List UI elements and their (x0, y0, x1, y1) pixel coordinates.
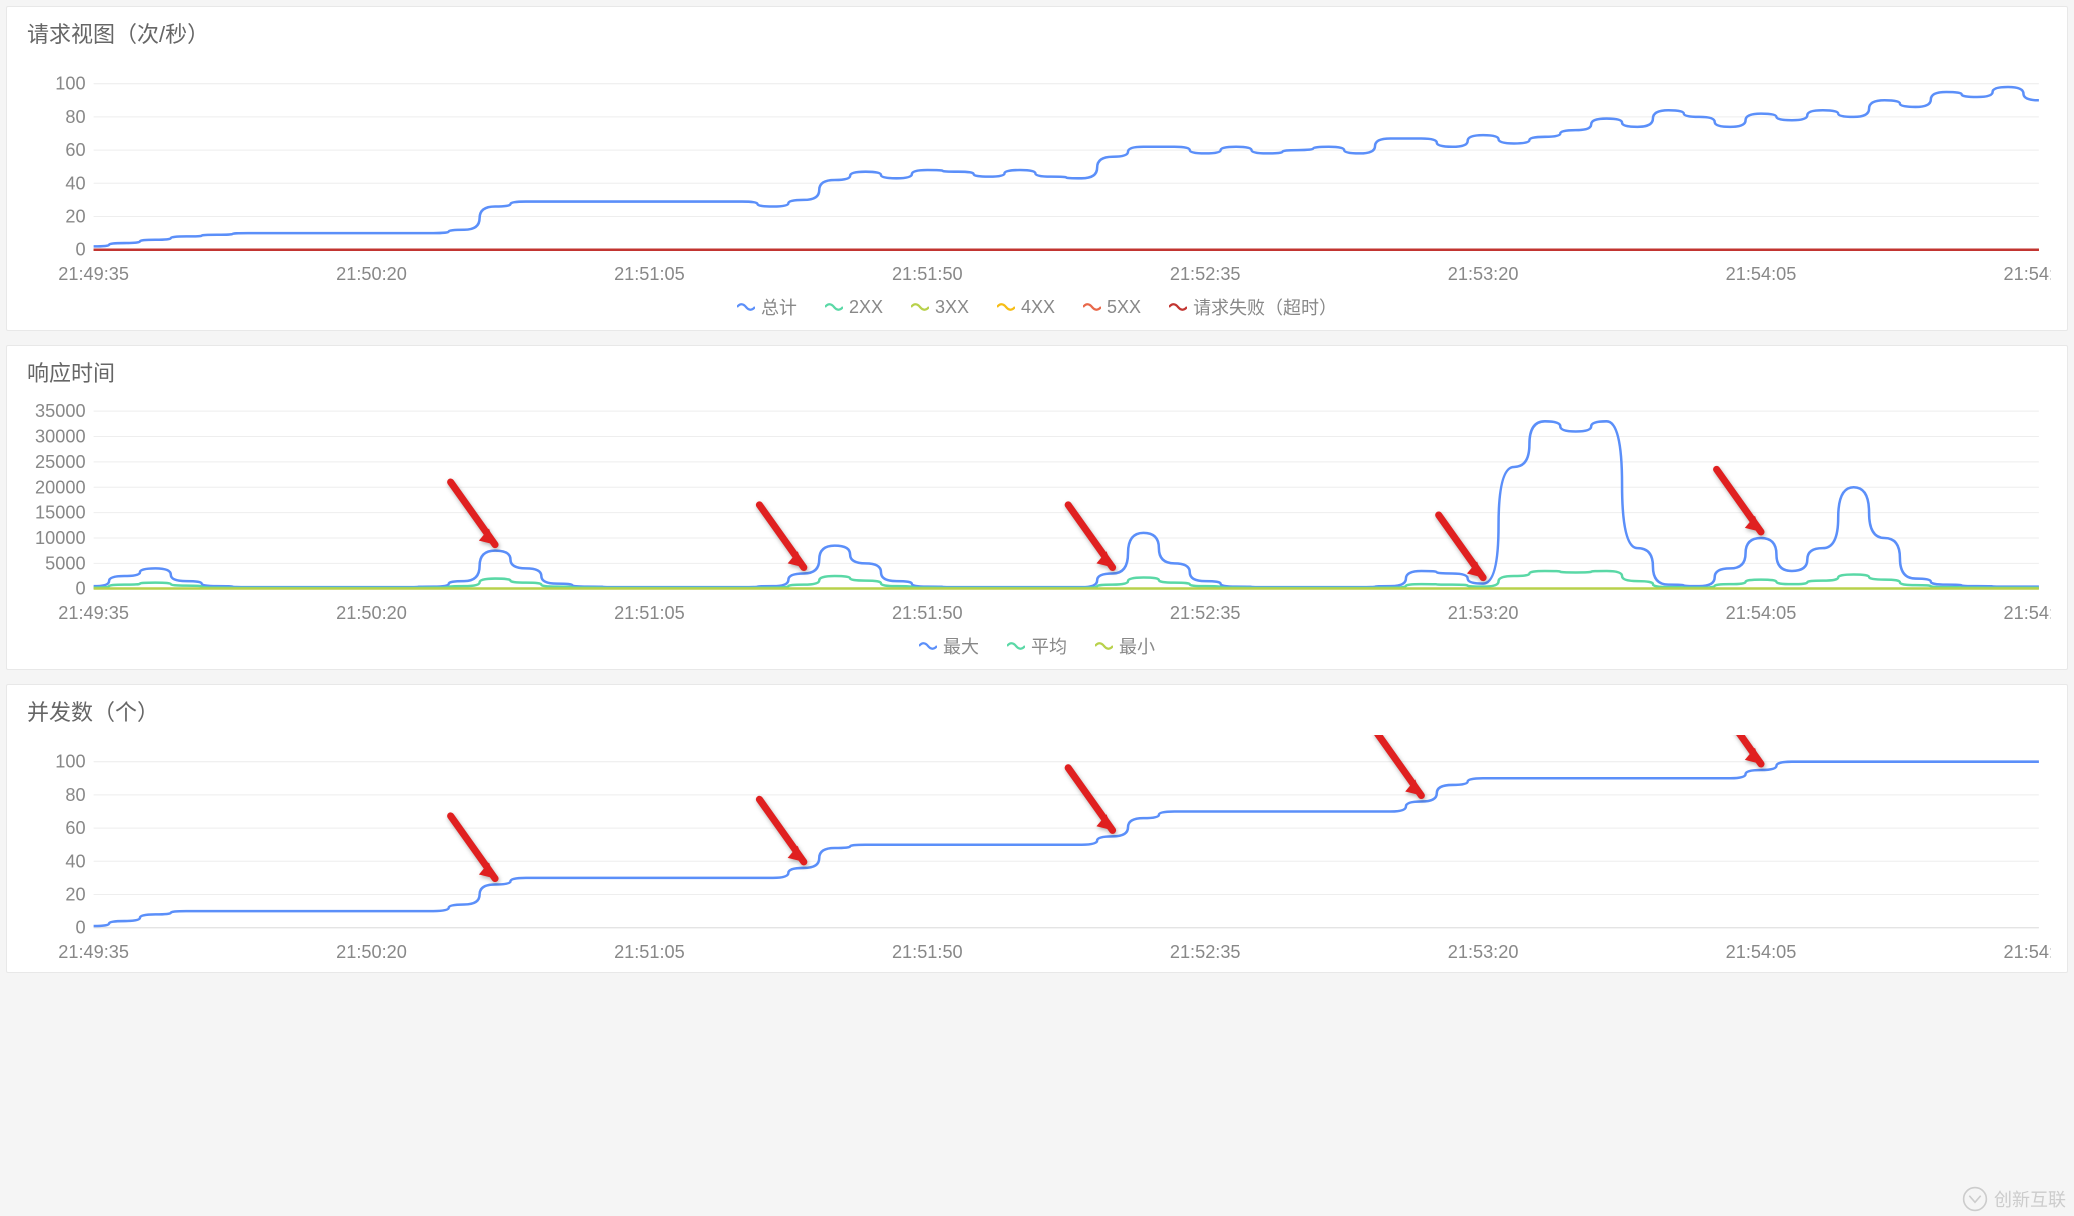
legend-item[interactable]: 2XX (825, 294, 883, 320)
annotation-arrow (1717, 469, 1761, 532)
y-tick-label: 100 (55, 74, 85, 94)
x-tick-label: 21:49:35 (58, 942, 129, 962)
annotation-arrow (1068, 768, 1112, 831)
x-tick-label: 21:50:20 (336, 942, 407, 962)
x-tick-label: 21:51:50 (892, 603, 963, 623)
chart-legend: 最大 平均 最小 (23, 627, 2051, 663)
chart-title: 响应时间 (27, 356, 2051, 388)
y-tick-label: 10000 (35, 528, 86, 548)
annotation-arrow (451, 816, 495, 879)
legend-item[interactable]: 最小 (1095, 633, 1155, 659)
chart-legend: 总计 2XX 3XX 4XX 5XX 请求失败（超时） (23, 288, 2051, 324)
x-tick-label: 21:53:20 (1448, 603, 1519, 623)
y-tick-label: 40 (65, 173, 85, 193)
x-tick-label: 21:52:35 (1170, 603, 1241, 623)
x-tick-label: 21:54:05 (1726, 942, 1797, 962)
x-tick-label: 21:54:05 (1726, 264, 1797, 284)
x-tick-label: 21:52:35 (1170, 942, 1241, 962)
chart-card-requests: 请求视图（次/秒） 0 20 40 60 80 100 21:49:35 21:50:20 2… (6, 6, 2068, 331)
series-总计 (94, 87, 2039, 246)
annotation-arrow (1439, 515, 1483, 578)
x-tick-label: 21:53:20 (1448, 942, 1519, 962)
legend-label: 4XX (1021, 297, 1055, 318)
y-tick-label: 0 (75, 240, 85, 260)
x-tick-label: 21:54:50 (2004, 603, 2051, 623)
watermark-text: 创新互联 (1994, 1186, 2066, 1212)
watermark: 创新互联 (1962, 1186, 2066, 1212)
y-tick-label: 80 (65, 785, 85, 805)
legend-label: 最小 (1119, 633, 1155, 659)
x-tick-label: 21:49:35 (58, 603, 129, 623)
chart-title: 请求视图（次/秒） (27, 17, 2051, 49)
legend-item[interactable]: 总计 (737, 294, 797, 320)
annotation-arrow (759, 799, 803, 862)
y-tick-label: 15000 (35, 503, 86, 523)
legend-label: 请求失败（超时） (1193, 294, 1337, 320)
legend-item[interactable]: 5XX (1083, 294, 1141, 320)
y-tick-label: 0 (75, 918, 85, 938)
annotation-arrow (1717, 735, 1761, 764)
legend-item[interactable]: 4XX (997, 294, 1055, 320)
x-tick-label: 21:51:05 (614, 942, 685, 962)
legend-label: 平均 (1031, 633, 1067, 659)
y-tick-label: 5000 (45, 553, 85, 573)
x-tick-label: 21:53:20 (1448, 264, 1519, 284)
x-tick-label: 21:51:05 (614, 264, 685, 284)
chart-plot[interactable]: 0 5000 10000 15000 20000 25000 30000 35000 21:4… (23, 396, 2051, 627)
legend-label: 总计 (761, 294, 797, 320)
y-tick-label: 100 (55, 752, 85, 772)
legend-item[interactable]: 请求失败（超时） (1169, 294, 1337, 320)
x-tick-label: 21:50:20 (336, 264, 407, 284)
chart-plot[interactable]: 0 20 40 60 80 100 21:49:35 21:50:20 21:51:05 21:… (23, 735, 2051, 966)
annotation-arrow (759, 505, 803, 568)
legend-label: 3XX (935, 297, 969, 318)
x-tick-label: 21:50:20 (336, 603, 407, 623)
x-tick-label: 21:49:35 (58, 264, 129, 284)
legend-item[interactable]: 平均 (1007, 633, 1067, 659)
x-tick-label: 21:54:50 (2004, 264, 2051, 284)
legend-label: 最大 (943, 633, 979, 659)
x-tick-label: 21:51:05 (614, 603, 685, 623)
x-tick-label: 21:51:50 (892, 264, 963, 284)
annotation-arrow (1377, 735, 1421, 795)
chart-title: 并发数（个） (27, 695, 2051, 727)
legend-label: 5XX (1107, 297, 1141, 318)
legend-item[interactable]: 最大 (919, 633, 979, 659)
y-tick-label: 40 (65, 851, 85, 871)
legend-item[interactable]: 3XX (911, 294, 969, 320)
y-tick-label: 0 (75, 579, 85, 599)
legend-label: 2XX (849, 297, 883, 318)
chart-card-concurrency: 并发数（个） 020406080100 21:49 (6, 684, 2068, 973)
y-tick-label: 60 (65, 140, 85, 160)
y-tick-label: 60 (65, 818, 85, 838)
chart-card-response: 响应时间 0 5000 10000 15000 20000 25000 30000 35000 (6, 345, 2068, 670)
y-tick-label: 20 (65, 207, 85, 227)
y-tick-label: 20 (65, 885, 85, 905)
y-tick-label: 80 (65, 107, 85, 127)
x-tick-label: 21:51:50 (892, 942, 963, 962)
y-tick-label: 30000 (35, 427, 86, 447)
series-并发数 (94, 762, 2039, 926)
y-tick-label: 25000 (35, 452, 86, 472)
series-平均 (94, 571, 2039, 588)
chart-plot[interactable]: 0 20 40 60 80 100 21:49:35 21:50:20 21:51:05 21:… (23, 57, 2051, 288)
annotation-arrow (1068, 505, 1112, 568)
y-tick-label: 20000 (35, 477, 86, 497)
watermark-icon (1962, 1186, 1988, 1212)
x-tick-label: 21:54:50 (2004, 942, 2051, 962)
annotation-arrow (451, 482, 495, 545)
x-tick-label: 21:54:05 (1726, 603, 1797, 623)
x-tick-label: 21:52:35 (1170, 264, 1241, 284)
y-tick-label: 35000 (35, 401, 86, 421)
